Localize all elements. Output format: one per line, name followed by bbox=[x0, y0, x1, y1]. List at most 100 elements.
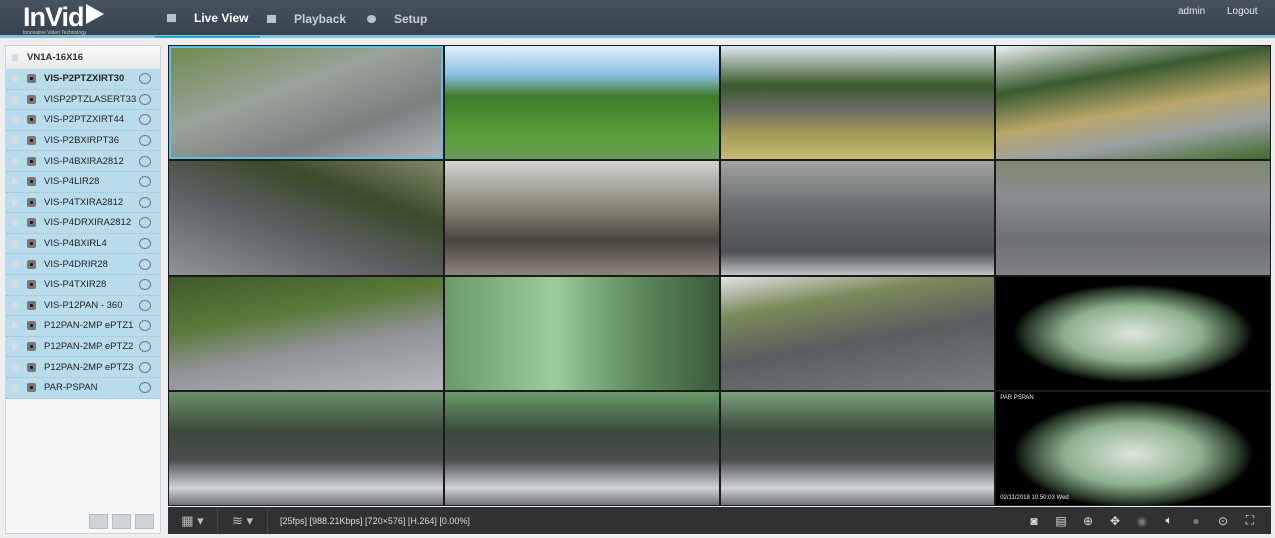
logout-link[interactable]: Logout bbox=[1227, 6, 1258, 17]
video-tile[interactable] bbox=[996, 46, 1270, 160]
video-tile[interactable] bbox=[444, 46, 719, 160]
record-icon[interactable] bbox=[139, 217, 151, 229]
record-icon[interactable] bbox=[139, 279, 151, 291]
microphone-icon[interactable]: ● bbox=[1189, 514, 1203, 528]
checkbox[interactable] bbox=[12, 260, 18, 268]
camera-list-item[interactable]: VIS-P4TXIRA2812 bbox=[6, 192, 160, 214]
camera-name: VIS-P12PAN - 360 bbox=[44, 299, 123, 311]
checkbox[interactable] bbox=[12, 240, 18, 248]
3d-zoom-icon[interactable]: ⊙ bbox=[1216, 514, 1230, 528]
camera-list-panel: VN1A-16X16 VIS-P2PTZXIRT30 VISP2PTZLASERT… bbox=[5, 45, 161, 534]
camera-name: VIS-P4DRIR28 bbox=[44, 258, 108, 270]
prev-page-button[interactable] bbox=[112, 514, 131, 529]
tab-live-view[interactable]: Live View bbox=[155, 0, 261, 38]
checkbox[interactable] bbox=[12, 137, 18, 145]
fullscreen-icon[interactable]: ⛶ bbox=[1243, 513, 1257, 528]
camera-list-item[interactable]: P12PAN-2MP ePTZ1 bbox=[6, 316, 160, 337]
video-tile[interactable] bbox=[720, 161, 995, 275]
camera-list-item[interactable]: VIS-P4TXIR28 bbox=[6, 274, 160, 296]
layout-grid-button[interactable]: ▦ ▾ bbox=[168, 507, 218, 534]
camera-list-item[interactable]: VIS-P2PTZXIRT44 bbox=[6, 110, 160, 131]
record-clip-icon[interactable]: ▤ bbox=[1054, 514, 1068, 528]
checkbox[interactable] bbox=[12, 116, 18, 124]
video-tile[interactable] bbox=[996, 276, 1270, 390]
camera-name: VIS-P4TXIR28 bbox=[44, 279, 107, 291]
camera-icon bbox=[27, 342, 36, 352]
video-tile[interactable] bbox=[720, 276, 995, 390]
record-icon[interactable] bbox=[139, 382, 151, 394]
checkbox[interactable] bbox=[12, 198, 18, 206]
camera-list-item[interactable]: VISP2PTZLASERT33 bbox=[6, 89, 160, 111]
video-tile[interactable]: PAR PSPAN 02/11/2018 10:50:03 Wed bbox=[996, 391, 1270, 505]
checkbox[interactable] bbox=[12, 219, 18, 227]
camera-list-item[interactable]: VIS-P2PTZXIRT30 bbox=[6, 69, 160, 90]
camera-list-item[interactable]: VIS-P2BXIRPT36 bbox=[6, 130, 160, 152]
video-tile[interactable] bbox=[444, 391, 719, 505]
checkbox[interactable] bbox=[12, 281, 18, 289]
tab-setup[interactable]: Setup bbox=[355, 0, 439, 38]
video-tile[interactable] bbox=[169, 391, 443, 505]
record-icon[interactable] bbox=[139, 155, 151, 167]
video-tile[interactable] bbox=[720, 46, 995, 160]
camera-name: PAR-PSPAN bbox=[44, 382, 98, 394]
video-tile[interactable] bbox=[169, 161, 443, 275]
camera-icon bbox=[27, 321, 36, 331]
talk-icon[interactable]: ◉ bbox=[1135, 514, 1149, 528]
device-node[interactable]: VN1A-16X16 bbox=[6, 46, 160, 69]
checkbox[interactable] bbox=[12, 384, 18, 392]
checkbox[interactable] bbox=[12, 75, 18, 83]
checkbox[interactable] bbox=[12, 178, 18, 186]
record-icon[interactable] bbox=[139, 176, 151, 188]
video-tile[interactable] bbox=[444, 276, 719, 390]
checkbox[interactable] bbox=[12, 95, 18, 103]
checkbox[interactable] bbox=[12, 322, 18, 330]
device-icon bbox=[12, 54, 18, 61]
camera-list-item[interactable]: VIS-P4BXIRL4 bbox=[6, 233, 160, 255]
video-tile[interactable] bbox=[169, 46, 443, 160]
video-tile[interactable] bbox=[169, 276, 443, 390]
checkbox[interactable] bbox=[12, 343, 18, 351]
record-icon[interactable] bbox=[139, 93, 151, 105]
record-icon[interactable] bbox=[139, 320, 151, 332]
checkbox[interactable] bbox=[12, 363, 18, 371]
video-tile[interactable] bbox=[996, 161, 1270, 275]
stop-all-button[interactable] bbox=[89, 514, 108, 529]
ptz-icon[interactable]: ✥ bbox=[1108, 514, 1122, 528]
camera-icon bbox=[27, 300, 36, 310]
video-tile[interactable] bbox=[720, 391, 995, 505]
camera-name: P12PAN-2MP ePTZ3 bbox=[44, 361, 134, 373]
camera-list-item[interactable]: VIS-P4DRIR28 bbox=[6, 254, 160, 275]
record-icon[interactable] bbox=[139, 299, 151, 311]
username[interactable]: admin bbox=[1178, 6, 1205, 17]
camera-name: VIS-P4BXIRA2812 bbox=[44, 155, 124, 167]
record-icon[interactable] bbox=[139, 114, 151, 126]
digital-zoom-icon[interactable]: ⊕ bbox=[1081, 514, 1095, 528]
camera-list-item[interactable]: VIS-P12PAN - 360 bbox=[6, 295, 160, 317]
video-tile[interactable] bbox=[444, 161, 719, 275]
record-icon[interactable] bbox=[139, 73, 151, 85]
camera-name: VIS-P2BXIRPT36 bbox=[44, 135, 119, 147]
record-icon[interactable] bbox=[139, 135, 151, 147]
record-icon[interactable] bbox=[139, 258, 151, 270]
camera-list-item[interactable]: VIS-P4LIR28 bbox=[6, 171, 160, 193]
checkbox[interactable] bbox=[12, 301, 18, 309]
camera-list-item[interactable]: P12PAN-2MP ePTZ2 bbox=[6, 336, 160, 358]
record-icon[interactable] bbox=[139, 196, 151, 208]
next-page-button[interactable] bbox=[135, 514, 154, 529]
camera-list-item[interactable]: VIS-P4BXIRA2812 bbox=[6, 151, 160, 172]
snapshot-icon[interactable]: ◙ bbox=[1027, 514, 1041, 528]
camera-icon bbox=[27, 94, 36, 104]
record-icon[interactable] bbox=[139, 361, 151, 373]
camera-list-item[interactable]: P12PAN-2MP ePTZ3 bbox=[6, 357, 160, 378]
stream-select-button[interactable]: ≋ ▾ bbox=[218, 507, 268, 534]
checkbox[interactable] bbox=[12, 157, 18, 165]
record-icon[interactable] bbox=[139, 341, 151, 353]
camera-name: VIS-P4LIR28 bbox=[44, 176, 100, 188]
record-icon[interactable] bbox=[139, 238, 151, 250]
tab-playback[interactable]: Playback bbox=[255, 0, 358, 38]
camera-icon bbox=[27, 218, 36, 228]
camera-list-item[interactable]: VIS-P4DRXIRA2812 bbox=[6, 213, 160, 234]
camera-list-item[interactable]: PAR-PSPAN bbox=[6, 377, 160, 399]
audio-icon[interactable]: 🔈︎ bbox=[1162, 513, 1176, 528]
live-toolbar: ▦ ▾ ≋ ▾ [25fps] [988.21Kbps] [720×576] [… bbox=[168, 507, 1271, 534]
